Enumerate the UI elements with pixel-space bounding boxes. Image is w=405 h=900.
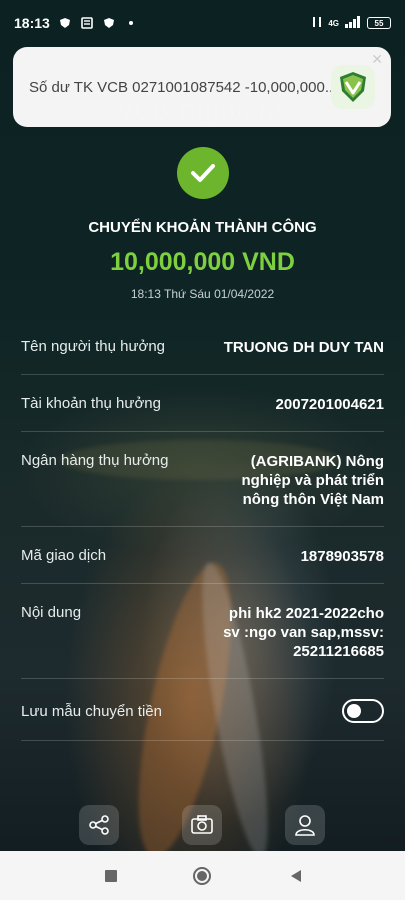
- shield-icon: [102, 16, 116, 30]
- detail-row-beneficiary-name: Tên người thụ hưởng TRUONG DH DUY TAN: [21, 318, 384, 375]
- transfer-datetime: 18:13 Thứ Sáu 01/04/2022: [130, 287, 275, 301]
- back-button[interactable]: [285, 865, 307, 887]
- save-template-toggle[interactable]: [342, 699, 384, 723]
- detail-row-transaction-id: Mã giao dịch 1878903578: [21, 527, 384, 584]
- detail-value: (AGRIBANK) Nông nghiệp và phát triển nôn…: [241, 453, 384, 508]
- detail-label: Mã giao dịch: [21, 547, 107, 564]
- home-button[interactable]: [191, 865, 213, 887]
- contact-button[interactable]: [285, 805, 325, 845]
- recents-button[interactable]: [100, 865, 122, 887]
- transfer-amount: 10,000,000 VND: [110, 248, 295, 276]
- battery-icon: 55: [367, 17, 391, 29]
- toggle-knob: [347, 704, 361, 718]
- screenshot-button[interactable]: [182, 805, 222, 845]
- signal-icon: [345, 15, 361, 31]
- detail-label: Tài khoản thụ hưởng: [21, 395, 161, 412]
- detail-label: Nội dung: [21, 604, 82, 621]
- detail-value: 1878903578: [300, 548, 384, 565]
- network-type: 4G: [328, 18, 339, 28]
- detail-row-beneficiary-account: Tài khoản thụ hưởng 2007201004621: [21, 375, 384, 432]
- user-icon: [295, 815, 315, 836]
- brand-watermark: VCB Digibank: [117, 98, 288, 125]
- system-nav-bar: [0, 851, 405, 900]
- camera-icon: [191, 815, 213, 834]
- message-icon: [80, 16, 94, 30]
- save-template-label: Lưu mẫu chuyển tiền: [21, 702, 162, 720]
- detail-value: phi hk2 2021-2022cho sv :ngo van sap,mss…: [223, 605, 384, 660]
- success-check-icon: [177, 147, 229, 199]
- share-icon: [89, 815, 109, 835]
- share-button[interactable]: [79, 805, 119, 845]
- transfer-details: Tên người thụ hưởng TRUONG DH DUY TAN Tà…: [21, 318, 384, 741]
- detail-value: 2007201004621: [275, 396, 384, 413]
- status-bar: 18:13 4G 55: [0, 0, 405, 46]
- success-title: CHUYỂN KHOẢN THÀNH CÔNG: [88, 219, 317, 236]
- detail-value: TRUONG DH DUY TAN: [223, 339, 384, 356]
- notification-text: Số dư TK VCB 0271001087542 -10,000,000..: [29, 78, 331, 96]
- status-time: 18:13: [14, 15, 50, 31]
- back-triangle-icon: [291, 870, 301, 882]
- detail-label: Ngân hàng thụ hưởng: [21, 452, 169, 469]
- dot-icon: [124, 16, 138, 30]
- battery-level: 55: [374, 18, 384, 28]
- shield-icon: [58, 16, 72, 30]
- more-icon: ✕: [371, 51, 383, 67]
- detail-row-content: Nội dung phi hk2 2021-2022cho sv :ngo va…: [21, 584, 384, 679]
- square-icon: [105, 870, 117, 882]
- alarm-icon: [312, 15, 322, 31]
- circle-icon: [193, 867, 211, 885]
- detail-label: Tên người thụ hưởng: [21, 338, 166, 355]
- save-template-row: Lưu mẫu chuyển tiền: [21, 679, 384, 741]
- detail-row-beneficiary-bank: Ngân hàng thụ hưởng (AGRIBANK) Nông nghi…: [21, 432, 384, 527]
